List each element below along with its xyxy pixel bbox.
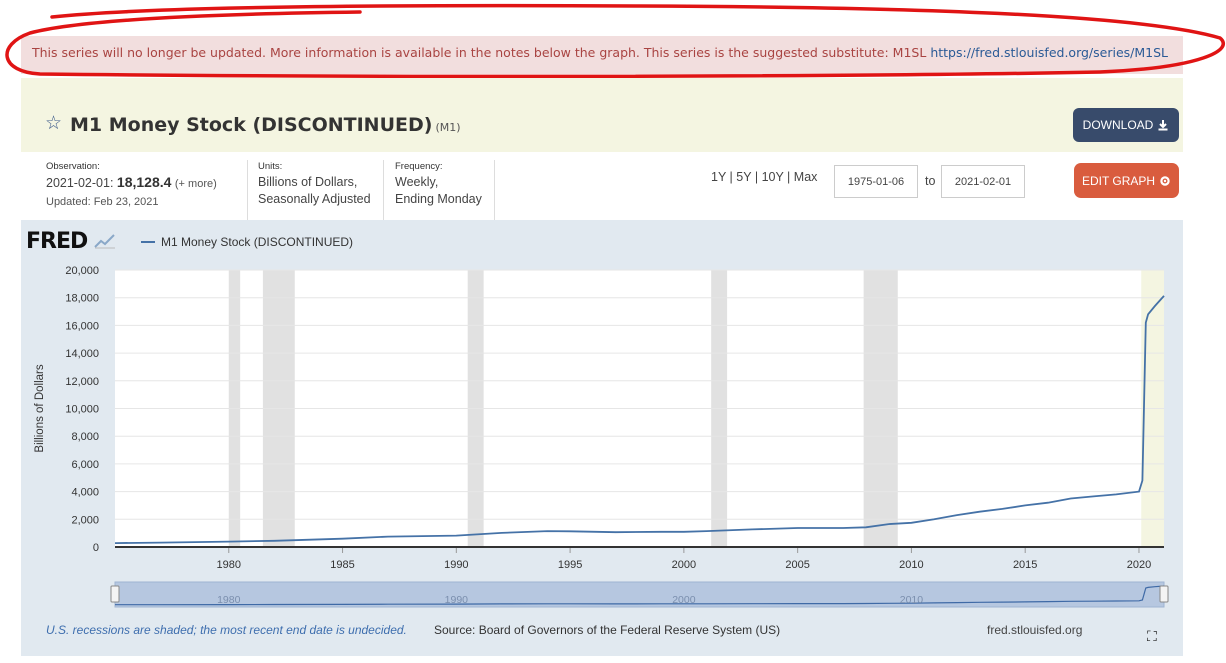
navigator-handle-left[interactable]: [110, 585, 120, 603]
y-tick-label: 14,000: [65, 348, 99, 360]
navigator-label: 1990: [445, 594, 469, 606]
x-tick-label: 2005: [785, 559, 809, 571]
star-outline-icon[interactable]: ☆: [45, 114, 62, 133]
divider: [494, 160, 495, 220]
x-tick-label: 2020: [1127, 559, 1151, 571]
x-tick-label: 2015: [1013, 559, 1037, 571]
download-icon: [1158, 120, 1168, 131]
download-label: DOWNLOAD: [1082, 118, 1154, 132]
navigator-label: 2000: [672, 594, 696, 606]
series-title-text: M1 Money Stock (DISCONTINUED): [70, 114, 433, 136]
y-tick-label: 18,000: [65, 293, 99, 305]
edit-graph-button[interactable]: EDIT GRAPH: [1074, 163, 1179, 198]
observation-more-link[interactable]: (+ more): [175, 178, 217, 190]
y-tick-label: 20,000: [65, 265, 99, 277]
discontinued-notice: This series will no longer be updated. M…: [21, 36, 1183, 74]
x-tick-label: 1985: [330, 559, 354, 571]
range-10y[interactable]: 10Y: [762, 170, 784, 184]
x-tick-label: 1995: [558, 559, 582, 571]
divider: [383, 160, 384, 220]
y-axis-label: Billions of Dollars: [34, 364, 46, 452]
start-date-input[interactable]: 1975-01-06: [834, 165, 918, 198]
navigator-label: 1980: [217, 594, 241, 606]
x-tick-label: 2010: [899, 559, 923, 571]
x-tick-label: 2000: [672, 559, 696, 571]
site-url[interactable]: fred.stlouisfed.org: [987, 623, 1082, 637]
x-tick-label: 1990: [444, 559, 468, 571]
series-metadata: Observation: 2021-02-01: 18,128.4 (+ mor…: [21, 152, 1183, 220]
edit-graph-label: EDIT GRAPH: [1081, 173, 1156, 188]
range-1y[interactable]: 1Y: [711, 170, 726, 184]
series-title-bar: ☆ M1 Money Stock (DISCONTINUED) (M1) DOWN…: [21, 78, 1183, 152]
gear-icon: [1160, 175, 1170, 186]
navigator-label: 2010: [900, 594, 924, 606]
to-label: to: [925, 174, 936, 188]
range-max[interactable]: Max: [794, 170, 818, 184]
y-tick-label: 8,000: [71, 431, 99, 443]
range-selector: 1Y | 5Y | 10Y | Max: [711, 170, 818, 184]
source-text: Source: Board of Governors of the Federa…: [434, 623, 781, 637]
navigator-handle-right[interactable]: [1159, 585, 1169, 603]
units-line2: Seasonally Adjusted: [258, 192, 371, 206]
frequency-label: Frequency:: [395, 161, 443, 172]
frequency-line1: Weekly,: [395, 175, 439, 189]
y-tick-label: 10,000: [65, 404, 99, 416]
end-date-input[interactable]: 2021-02-01: [941, 165, 1025, 198]
range-5y[interactable]: 5Y: [736, 170, 751, 184]
line-chart[interactable]: 0 2,000 4,000 6,000 8,000 10,000 12,000 14,000 1…: [21, 220, 1183, 620]
y-tick-label: 16,000: [65, 320, 99, 332]
observation-block: Observation: 2021-02-01: 18,128.4 (+ mor…: [46, 161, 217, 211]
frequency-line2: Ending Monday: [395, 192, 482, 206]
divider: [247, 160, 248, 220]
fullscreen-icon[interactable]: ⛶: [1147, 628, 1157, 645]
y-tick-label: 0: [93, 542, 99, 554]
recession-note: U.S. recessions are shaded; the most rec…: [46, 623, 407, 637]
observation-value: 18,128.4: [116, 174, 172, 190]
observation-date: 2021-02-01:: [46, 176, 114, 190]
notice-link[interactable]: https://fred.stlouisfed.org/series/M1SL: [930, 45, 1168, 60]
notice-text: This series will no longer be updated. M…: [32, 45, 931, 60]
y-tick-label: 4,000: [71, 487, 99, 499]
units-label: Units:: [258, 161, 283, 172]
download-button[interactable]: DOWNLOAD: [1073, 108, 1179, 142]
frequency-block: Frequency: Weekly, Ending Monday: [395, 161, 482, 208]
y-tick-label: 2,000: [71, 514, 99, 526]
updated-date: Updated: Feb 23, 2021: [46, 196, 159, 208]
graph-panel: FRED M1 Money Stock (DISCONTINUED) 0 2,00…: [21, 220, 1183, 656]
series-code: (M1): [435, 121, 461, 134]
x-tick-label: 1980: [217, 559, 241, 571]
y-tick-label: 6,000: [71, 459, 99, 471]
units-block: Units: Billions of Dollars, Seasonally A…: [258, 161, 371, 208]
units-line1: Billions of Dollars,: [258, 175, 358, 189]
series-title: M1 Money Stock (DISCONTINUED) (M1): [70, 114, 461, 136]
y-tick-label: 12,000: [65, 376, 99, 388]
observation-label: Observation:: [46, 161, 100, 172]
